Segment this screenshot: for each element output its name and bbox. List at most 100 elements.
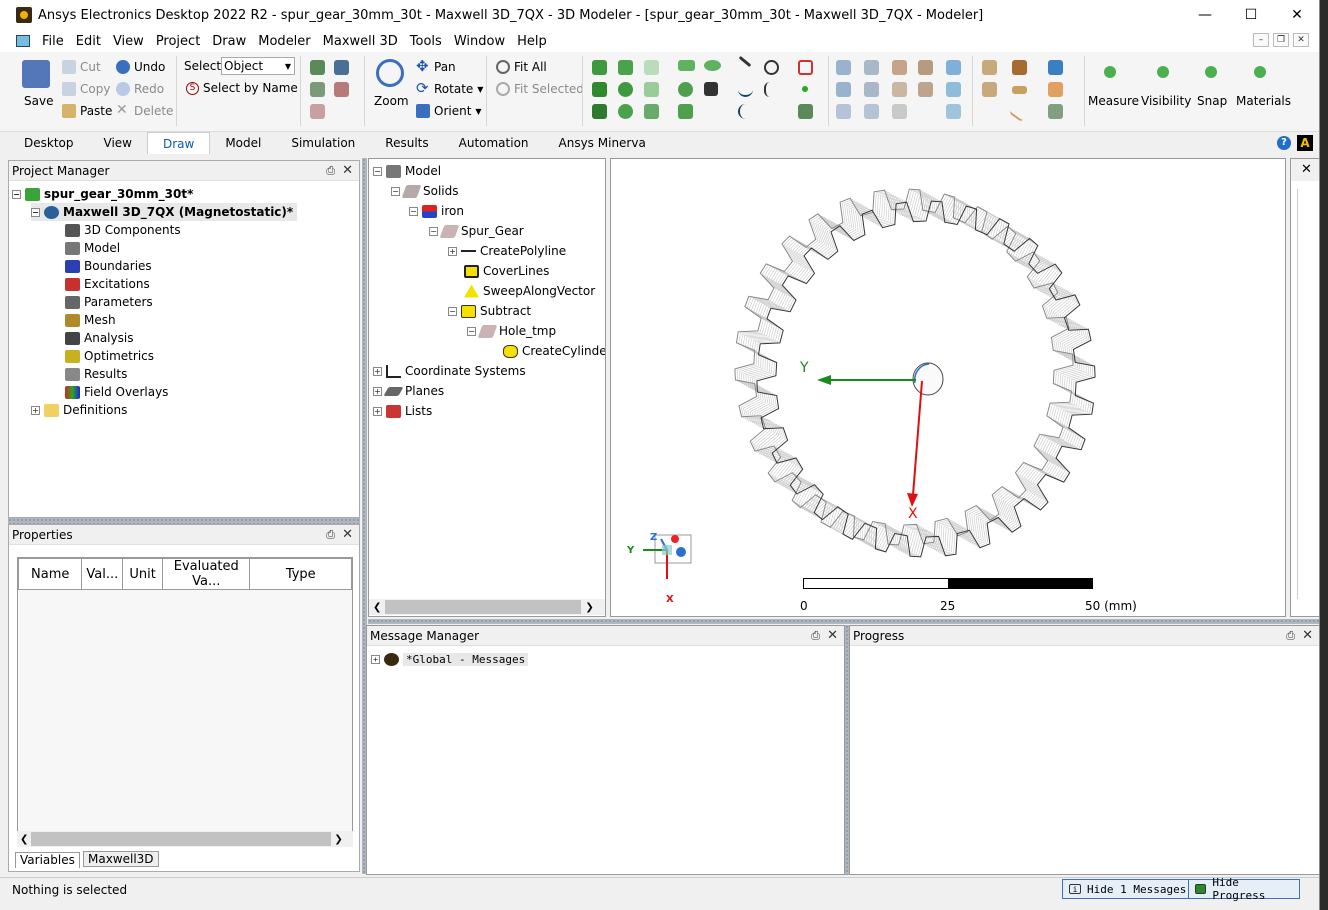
- draw-rectangle-icon[interactable]: [678, 60, 695, 71]
- collapse-icon[interactable]: −: [467, 326, 476, 336]
- pin-icon[interactable]: ⎙: [1286, 629, 1295, 643]
- help-icon[interactable]: ?: [1277, 136, 1291, 150]
- redo-button[interactable]: Redo: [116, 82, 164, 96]
- expand-icon[interactable]: +: [373, 406, 382, 416]
- separate-icon[interactable]: [864, 82, 879, 97]
- expand-icon[interactable]: +: [373, 386, 382, 396]
- material-cylinder-icon[interactable]: [1012, 60, 1027, 75]
- thicken-icon[interactable]: [918, 82, 933, 97]
- fit-all-button[interactable]: Fit All: [496, 60, 547, 74]
- tree-item-analysis[interactable]: Analysis: [65, 329, 133, 347]
- column-header-type[interactable]: Type: [249, 558, 352, 590]
- measure-button[interactable]: Measure: [1088, 94, 1139, 108]
- mdi-restore-button[interactable]: ❐: [1273, 33, 1289, 47]
- show-icon[interactable]: [310, 60, 325, 75]
- tree-lists[interactable]: + Lists: [373, 402, 432, 420]
- draw-bondwire-icon[interactable]: [644, 104, 659, 119]
- cut-button[interactable]: Cut: [62, 60, 101, 74]
- mdi-minimize-button[interactable]: –: [1253, 33, 1269, 47]
- draw-center-arc-icon[interactable]: [738, 104, 753, 119]
- tree-item-field-overlays[interactable]: Field Overlays: [65, 383, 168, 401]
- draw-point-icon[interactable]: [802, 86, 808, 92]
- expand-icon[interactable]: +: [371, 654, 380, 664]
- working-cs-icon[interactable]: [1048, 82, 1063, 97]
- view-window-icon[interactable]: [334, 60, 349, 75]
- tree-item-definitions[interactable]: + Definitions: [31, 401, 127, 419]
- relative-cs-icon[interactable]: [982, 82, 997, 97]
- subtract-icon[interactable]: [864, 60, 879, 75]
- show-all-icon[interactable]: [310, 104, 325, 119]
- object-cs-icon[interactable]: [1048, 104, 1063, 119]
- scroll-right-icon[interactable]: ❯: [331, 834, 345, 845]
- menu-edit[interactable]: Edit: [70, 34, 107, 49]
- tree-item-parameters[interactable]: Parameters: [65, 293, 153, 311]
- menu-project[interactable]: Project: [150, 34, 206, 49]
- close-icon[interactable]: ✕: [342, 163, 353, 178]
- delete-button[interactable]: ✕ Delete: [116, 103, 173, 118]
- scrollbar-thumb[interactable]: [385, 600, 582, 614]
- tab-model[interactable]: Model: [210, 132, 276, 154]
- expand-icon[interactable]: +: [373, 366, 382, 376]
- close-icon[interactable]: ✕: [1302, 628, 1313, 643]
- pin-icon[interactable]: ⎙: [811, 629, 820, 643]
- global-messages-node[interactable]: + *Global - Messages: [371, 650, 529, 668]
- paste-button[interactable]: Paste: [62, 104, 112, 118]
- scroll-left-icon[interactable]: ❮: [17, 834, 31, 845]
- collapse-icon[interactable]: −: [391, 186, 400, 196]
- rotate-button[interactable]: ⟳ Rotate ▼: [416, 81, 483, 97]
- close-icon[interactable]: ✕: [342, 527, 353, 542]
- tree-planes[interactable]: + Planes: [373, 382, 444, 400]
- wrap-icon[interactable]: [946, 104, 961, 119]
- column-header-value[interactable]: Val...: [81, 558, 124, 590]
- face-cs-icon[interactable]: [982, 60, 997, 75]
- tree-item-3d-components[interactable]: 3D Components: [65, 221, 181, 239]
- expand-icon[interactable]: +: [31, 405, 40, 415]
- close-icon[interactable]: ✕: [827, 628, 838, 643]
- expand-icon[interactable]: +: [448, 246, 457, 256]
- menu-maxwell-3d[interactable]: Maxwell 3D: [317, 34, 404, 49]
- tree-item-mesh[interactable]: Mesh: [65, 311, 116, 329]
- tree-item-boundaries[interactable]: Boundaries: [65, 257, 152, 275]
- unite-icon[interactable]: [836, 60, 851, 75]
- tree-item-excitations[interactable]: Excitations: [65, 275, 150, 293]
- draw-box-icon[interactable]: [592, 60, 607, 75]
- 3d-modeler-viewport[interactable]: Y X Z Y X 0 25 50 (mm): [610, 158, 1286, 617]
- materials-button[interactable]: Materials: [1236, 94, 1291, 108]
- close-window-button[interactable]: ✕: [1274, 0, 1319, 30]
- imprint-icon[interactable]: [836, 82, 851, 97]
- draw-circle-icon[interactable]: [678, 82, 693, 97]
- menu-tools[interactable]: Tools: [404, 34, 448, 49]
- duplicate-mirror-icon[interactable]: [864, 104, 879, 119]
- tab-maxwell3d[interactable]: Maxwell3D: [83, 851, 159, 867]
- tab-draw[interactable]: Draw: [146, 132, 211, 154]
- side-scrollbar[interactable]: [1297, 189, 1305, 599]
- sweep-icon[interactable]: [892, 82, 907, 97]
- mirror-icon[interactable]: [836, 104, 851, 119]
- zoom-button[interactable]: Zoom: [374, 94, 409, 108]
- tree-create-polyline[interactable]: + CreatePolyline: [448, 242, 566, 260]
- maximize-button[interactable]: ☐: [1228, 0, 1274, 30]
- grid-plane-icon[interactable]: [1012, 86, 1027, 94]
- column-header-unit[interactable]: Unit: [122, 558, 164, 590]
- select-mode-dropdown[interactable]: Object ▼: [221, 57, 295, 75]
- draw-regular-polyhedron-icon[interactable]: [592, 104, 607, 119]
- menu-modeler[interactable]: Modeler: [252, 34, 316, 49]
- pin-icon[interactable]: ⎙: [326, 164, 335, 178]
- tree-cover-lines[interactable]: CoverLines: [464, 262, 549, 280]
- tab-results[interactable]: Results: [370, 132, 443, 154]
- project-node[interactable]: − spur_gear_30mm_30t*: [12, 185, 193, 203]
- split-icon[interactable]: [918, 60, 933, 75]
- copy-button[interactable]: Copy: [62, 82, 110, 96]
- draw-region-icon[interactable]: [798, 60, 813, 75]
- draw-spline-icon[interactable]: [738, 82, 753, 97]
- draw-ellipse-icon[interactable]: [704, 60, 721, 71]
- menu-file[interactable]: File: [36, 34, 70, 49]
- pin-icon[interactable]: ⎙: [326, 528, 335, 542]
- draw-arc-icon[interactable]: [764, 60, 779, 75]
- tab-simulation[interactable]: Simulation: [276, 132, 370, 154]
- select-by-name-button[interactable]: S Select by Name: [186, 81, 298, 95]
- tab-automation[interactable]: Automation: [444, 132, 544, 154]
- collapse-icon[interactable]: −: [409, 206, 418, 216]
- collapse-icon[interactable]: −: [31, 207, 40, 217]
- pan-button[interactable]: ✥ Pan: [416, 59, 456, 75]
